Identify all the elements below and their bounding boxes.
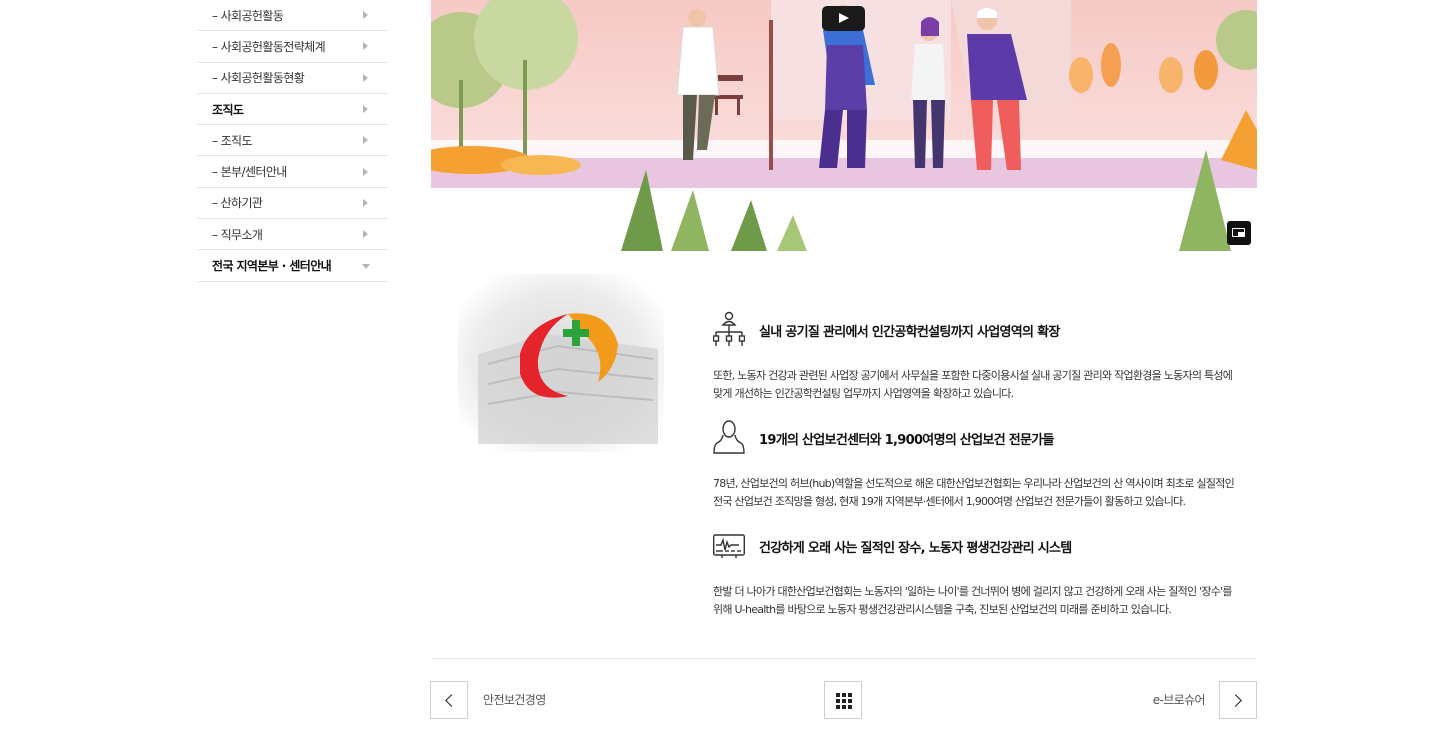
grid-icon [836,693,852,709]
chevron-right-icon [363,167,368,176]
feature-description-line: 전국 산업보건 조직망을 형성, 현재 19개 지역본부·센터에서 1,900여… [713,495,1186,508]
feature-header: 건강하게 오래 사는 질적인 장수, 노동자 평생건강관리 시스템 [713,527,1258,565]
feature-business-expansion: 실내 공기질 관리에서 인간공학컨설팅까지 사업영역의 확장 또한, 노동자 건… [713,311,1258,400]
sidebar-item-social-status[interactable]: – 사회공헌활동현황 [197,63,388,94]
sidebar-item-centers[interactable]: – 본부/센터안내 [197,156,388,188]
sidebar-item-label: 조직도 [212,102,244,117]
sidebar-item-social-activity[interactable]: – 사회공헌활동 [197,0,388,32]
sidebar-item-label: 전국 지역본부 · 센터안내 [212,259,332,274]
sidebar-item-label: – 사회공헌활동 [212,8,284,23]
chevron-right-icon [363,105,368,114]
chevron-right-icon [363,42,368,51]
health-monitor-icon [713,534,745,558]
feature-header: 19개의 산업보건센터와 1,900여명의 산업보건 전문가들 [713,419,1258,457]
feature-description-line: 한발 더 나아가 대한산업보건협회는 노동자의 '일하는 나이'를 건너뛰어 병… [713,585,1233,598]
feature-title: 건강하게 오래 사는 질적인 장수, 노동자 평생건강관리 시스템 [759,540,1072,556]
content-divider [431,658,1257,659]
sidebar-item-label: – 산하기관 [212,196,263,211]
chevron-right-icon [363,11,368,20]
picture-in-picture-button[interactable] [1227,221,1251,245]
association-building-logo-image [458,274,664,452]
sidebar-item-org-chart[interactable]: – 조직도 [197,125,388,157]
chevron-right-icon [363,230,368,239]
sidebar-item-label: – 사회공헌활동전략체계 [212,39,326,54]
feature-experts: 19개의 산업보건센터와 1,900여명의 산업보건 전문가들 78년, 산업보… [713,419,1258,508]
chevron-down-icon [362,263,370,269]
feature-description: 또한, 노동자 건강과 관련된 사업장 공기에서 사무실을 포함한 다중이용시설… [713,367,1258,403]
chevron-right-icon [363,198,368,207]
play-button[interactable] [822,6,865,31]
chevron-right-icon [1229,694,1242,707]
chevron-right-icon [363,136,368,145]
sidebar-item-label: – 조직도 [212,133,253,148]
feature-title: 19개의 산업보건센터와 1,900여명의 산업보건 전문가들 [759,432,1055,448]
next-page-button[interactable] [1219,681,1257,719]
feature-title: 실내 공기질 관리에서 인간공학컨설팅까지 사업영역의 확장 [759,324,1060,340]
prev-page-label[interactable]: 안전보건경영 [483,691,546,708]
video-illustration [431,0,1257,251]
feature-header: 실내 공기질 관리에서 인간공학컨설팅까지 사업영역의 확장 [713,311,1258,349]
chevron-right-icon [363,73,368,82]
sidebar-item-affiliates[interactable]: – 산하기관 [197,188,388,220]
sidebar-item-social-strategy[interactable]: – 사회공헌활동전략체계 [197,31,388,63]
video-player[interactable] [431,0,1257,251]
play-icon [839,13,849,23]
chevron-left-icon [445,694,458,707]
sidebar-item-label: – 본부/센터안내 [212,165,287,180]
list-view-button[interactable] [824,681,862,719]
prev-page-button[interactable] [430,681,468,719]
sidebar-item-organization[interactable]: 조직도 [197,94,388,126]
feature-health-system: 건강하게 오래 사는 질적인 장수, 노동자 평생건강관리 시스템 한발 더 나… [713,527,1258,616]
sidebar-nav: – 사회공헌활동 – 사회공헌활동전략체계 – 사회공헌활동현황 조직도 – 조… [197,0,388,282]
sidebar-item-regional[interactable]: 전국 지역본부 · 센터안내 [197,250,388,282]
feature-description-line: 또한, 노동자 건강과 관련된 사업장 공기에서 사무실을 포함한 다중이용시설… [713,369,1233,382]
feature-description-line: 위해 U-health를 바탕으로 노동자 평생건강관리시스템을 구축, 진보된… [713,603,1172,616]
sidebar-item-label: – 사회공헌활동현황 [212,71,305,86]
feature-description-line: 78년, 산업보건의 허브(hub)역할을 선도적으로 해온 대한산업보건협회는… [713,477,1235,490]
sidebar-item-label: – 직무소개 [212,227,263,242]
sidebar-item-jobs[interactable]: – 직무소개 [197,219,388,251]
next-page-label[interactable]: e-브로슈어 [1153,691,1206,708]
feature-description: 78년, 산업보건의 허브(hub)역할을 선도적으로 해온 대한산업보건협회는… [713,475,1258,511]
person-icon [713,420,745,454]
organization-chart-icon [713,311,745,346]
feature-description: 한발 더 나아가 대한산업보건협회는 노동자의 '일하는 나이'를 건너뛰어 병… [713,583,1258,619]
feature-description-line: 맞게 개선하는 인간공학컨설팅 업무까지 사업영역을 확장하고 있습니다. [713,387,1014,400]
